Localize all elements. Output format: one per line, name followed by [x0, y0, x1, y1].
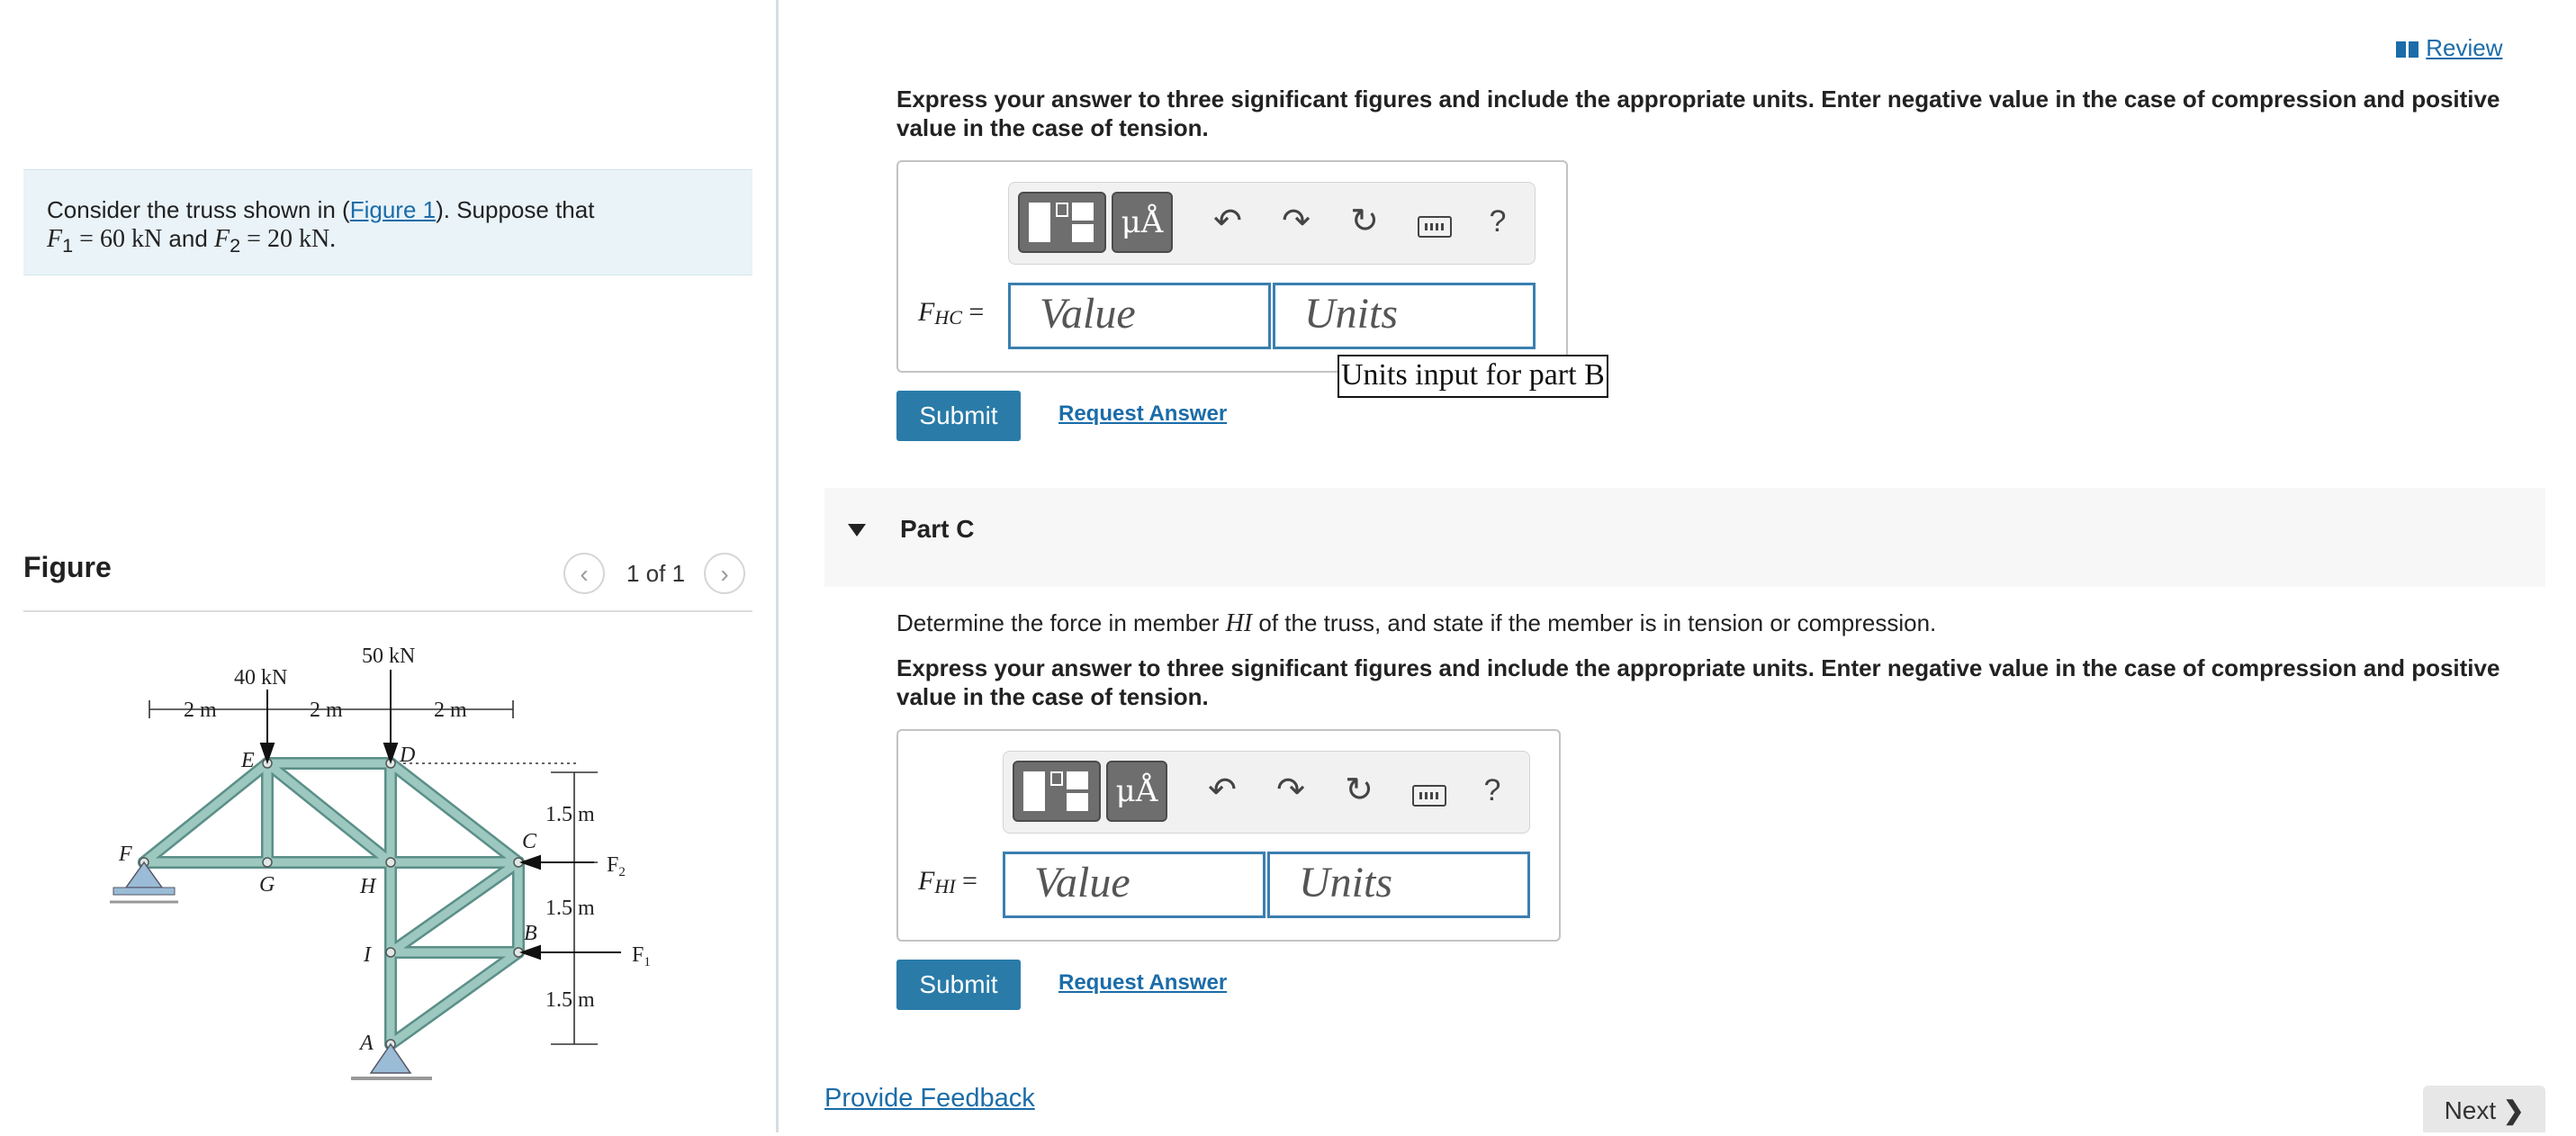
part-c-header[interactable]: Part C [824, 488, 2545, 587]
truss-figure: 40 kN 50 kN 2 m 2 m 2 m 1.5 m 1.5 m 1.5 … [110, 645, 651, 1080]
help-button[interactable]: ? [1470, 768, 1515, 813]
node-label-g: G [259, 873, 275, 897]
part-c-member: HI [1225, 609, 1253, 637]
f1-value: = 60 kN [73, 225, 163, 253]
part-c-prompt-end: of the truss, and state if the member is… [1252, 609, 1937, 636]
dim-label-3: 2 m [434, 699, 467, 722]
units-symbols-button[interactable]: μÅ [1112, 192, 1173, 253]
figure-prev-button[interactable]: ‹ [563, 553, 605, 594]
undo-icon[interactable]: ↶ [1205, 199, 1250, 244]
f2-symbol: F [214, 225, 230, 253]
dim-label-5: 1.5 m [545, 897, 595, 920]
load-label-40kn: 40 kN [234, 666, 287, 690]
reset-icon[interactable]: ↻ [1337, 768, 1382, 813]
f1-sub: 1 [62, 234, 74, 257]
part-b-label: FHC = [918, 297, 985, 329]
part-c-prompt: Determine the force in member HI of the … [896, 609, 2517, 638]
part-b-value-input[interactable]: Value [1008, 283, 1271, 349]
part-c-label: FHI = [918, 866, 977, 897]
column-divider [776, 0, 779, 1132]
figure-next-button[interactable]: › [704, 553, 745, 594]
node-label-b: B [524, 922, 537, 945]
node-label-c: C [522, 830, 537, 853]
figure-divider [23, 610, 752, 612]
part-b-instructions: Express your answer to three significant… [896, 86, 2500, 141]
part-c-prompt-start: Determine the force in member [896, 609, 1226, 636]
next-button[interactable]: Next ❯ [2423, 1086, 2545, 1132]
part-b-answer-box: μÅ ↶ ↷ ↻ ? FHC = Value Units [896, 160, 1568, 373]
units-symbols-button[interactable]: μÅ [1106, 761, 1167, 822]
redo-icon[interactable]: ↷ [1274, 199, 1319, 244]
dim-label-6: 1.5 m [545, 988, 595, 1012]
dimension-lines [149, 700, 598, 1045]
part-b-toolbar: μÅ ↶ ↷ ↻ ? [1008, 182, 1536, 265]
f2-value: = 20 kN. [240, 225, 337, 253]
review-label: Review [2426, 34, 2503, 61]
part-c-units-input[interactable]: Units [1267, 852, 1530, 918]
figure-pager: ‹ 1 of 1 › [563, 551, 752, 596]
book-icon [2396, 41, 2419, 58]
templates-button[interactable] [1018, 192, 1106, 253]
units-tooltip: Units input for part B [1338, 355, 1608, 398]
figure-title: Figure [23, 551, 112, 583]
node-label-h: H [359, 875, 377, 898]
load-label-50kn: 50 kN [362, 645, 415, 668]
part-c-request-answer-link[interactable]: Request Answer [1058, 970, 1227, 996]
truss-member-fill [140, 759, 523, 1049]
problem-text: Consider the truss shown in (Figure 1). … [47, 195, 594, 260]
node-label-i: I [363, 943, 372, 967]
and-text: and [162, 225, 214, 252]
dim-label-4: 1.5 m [545, 803, 595, 826]
keyboard-icon[interactable] [1412, 199, 1457, 244]
part-c-value-input[interactable]: Value [1003, 852, 1265, 918]
provide-feedback-link[interactable]: Provide Feedback [824, 1084, 1035, 1113]
problem-intro: Consider the truss shown in ( [47, 196, 350, 223]
undo-icon[interactable]: ↶ [1200, 768, 1245, 813]
part-b-request-answer-link[interactable]: Request Answer [1058, 401, 1227, 427]
chevron-right-icon: ❯ [2502, 1096, 2525, 1124]
problem-statement: Consider the truss shown in (Figure 1). … [23, 169, 752, 275]
part-b-units-input[interactable]: Units [1273, 283, 1536, 349]
dim-label-1: 2 m [184, 699, 217, 722]
help-button[interactable]: ? [1475, 199, 1520, 244]
node-label-f: F [118, 843, 132, 866]
part-c-instructions: Express your answer to three significant… [896, 654, 2500, 710]
part-b-submit-button[interactable]: Submit [896, 391, 1021, 441]
figure-link[interactable]: Figure 1 [350, 196, 436, 223]
force-label-f1: F1 [632, 943, 651, 969]
templates-button[interactable] [1013, 761, 1101, 822]
node-label-e: E [240, 749, 255, 772]
node-label-a: A [358, 1032, 374, 1055]
keyboard-icon[interactable] [1407, 768, 1452, 813]
review-link[interactable]: Review [2396, 34, 2502, 62]
problem-intro-end: ). Suppose that [436, 196, 595, 223]
f1-symbol: F [47, 225, 63, 253]
redo-icon[interactable]: ↷ [1268, 768, 1313, 813]
part-c-title: Part C [900, 515, 975, 543]
node-label-d: D [399, 744, 415, 767]
f2-sub: 2 [230, 234, 241, 257]
part-c-toolbar: μÅ ↶ ↷ ↻ ? [1003, 751, 1530, 834]
part-c-answer-box: μÅ ↶ ↷ ↻ ? FHI = Value Units [896, 729, 1561, 942]
force-label-f2: F2 [607, 853, 626, 879]
reset-icon[interactable]: ↻ [1342, 199, 1387, 244]
part-c-submit-button[interactable]: Submit [896, 960, 1021, 1010]
next-label: Next [2444, 1096, 2497, 1124]
figure-pager-text: 1 of 1 [626, 560, 686, 587]
dim-label-2: 2 m [310, 699, 343, 722]
collapse-arrow-icon [848, 524, 866, 536]
